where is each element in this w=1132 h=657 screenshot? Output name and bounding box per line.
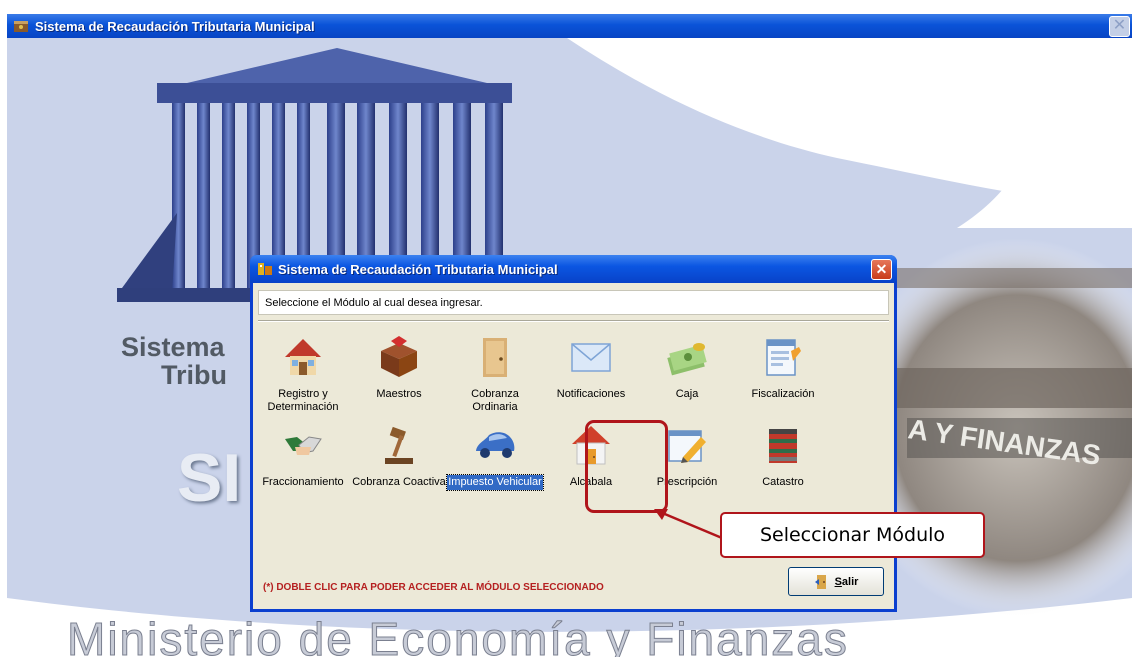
callout-label: Seleccionar Módulo (720, 512, 985, 558)
callout-arrow (654, 509, 723, 540)
